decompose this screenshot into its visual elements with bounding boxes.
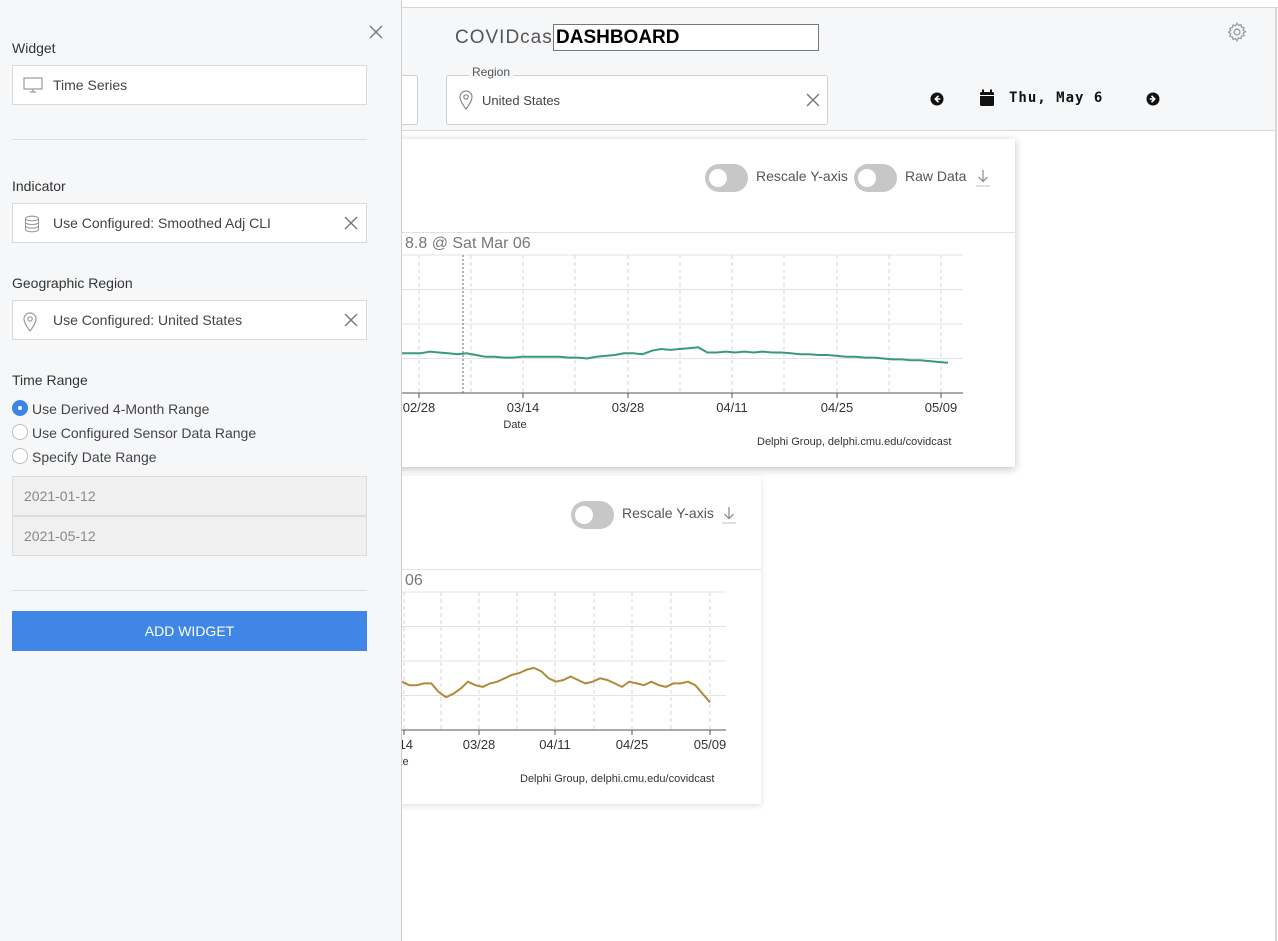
raw-data-toggle[interactable] <box>854 164 897 192</box>
card-divider <box>380 232 1015 233</box>
radio-derived-range[interactable] <box>12 400 28 416</box>
calendar-icon[interactable] <box>979 89 995 112</box>
chart-credit: Delphi Group, delphi.cmu.edu/covidcast <box>757 436 952 448</box>
x-tick-label: 04/25 <box>616 737 649 752</box>
location-pin-icon <box>459 90 473 115</box>
settings-gear-icon[interactable] <box>1226 21 1248 43</box>
line-chart-1[interactable]: 02/28 03/14 03/28 04/11 04/25 05/09 Date <box>380 249 980 449</box>
widget-type-value: Time Series <box>53 77 128 93</box>
series-line <box>401 666 711 704</box>
geo-region-select[interactable]: Use Configured: United States <box>12 300 367 340</box>
indicator-section-label: Indicator <box>12 178 66 194</box>
region-value: United States <box>482 93 561 108</box>
x-tick-label: 04/25 <box>821 400 854 415</box>
x-tick-label: 03/14 <box>507 400 540 415</box>
add-widget-button[interactable]: ADD WIDGET <box>12 611 367 651</box>
location-pin-icon <box>23 312 37 337</box>
card-divider <box>380 569 761 570</box>
radio-specify-range[interactable] <box>12 448 28 464</box>
clear-geo-region-icon[interactable] <box>343 312 359 333</box>
panel-divider <box>12 590 367 591</box>
indicator-value: Use Configured: Smoothed Adj CLI <box>53 215 271 231</box>
geo-region-value: Use Configured: United States <box>53 312 243 328</box>
x-tick-label: 02/28 <box>403 400 436 415</box>
monitor-icon <box>23 77 43 98</box>
next-date-icon[interactable] <box>1146 92 1160 111</box>
x-tick-label: 05/09 <box>925 400 958 415</box>
rescale-y-label: Rescale Y-axis <box>622 505 714 521</box>
right-border <box>1275 7 1277 941</box>
x-tick-label: 05/09 <box>694 737 727 752</box>
line-chart-2[interactable]: /14 03/28 04/11 04/25 05/09te <box>380 586 761 786</box>
end-date-field: 2021-05-12 <box>12 516 367 556</box>
raw-data-label: Raw Data <box>905 168 967 184</box>
prev-date-icon[interactable] <box>930 92 944 111</box>
geo-region-section-label: Geographic Region <box>12 275 133 291</box>
download-icon[interactable] <box>975 168 991 193</box>
radio-derived-range-label: Use Derived 4-Month Range <box>32 401 210 417</box>
widget-config-panel: Widget Time Series Indicator Use Configu… <box>0 0 402 941</box>
time-range-section-label: Time Range <box>12 372 88 388</box>
download-icon[interactable] <box>721 505 737 530</box>
current-date-label[interactable]: Thu, May 6 <box>1009 90 1103 106</box>
time-series-widget-1: Rescale Y-axis Raw Data 8.8 @ Sat Mar 06… <box>380 139 1015 467</box>
widget-type-select[interactable]: Time Series <box>12 65 367 105</box>
radio-specify-range-label: Specify Date Range <box>32 449 157 465</box>
x-tick-label: 04/11 <box>539 737 571 752</box>
panel-divider <box>12 139 367 140</box>
clear-region-icon[interactable] <box>805 92 821 113</box>
database-icon <box>23 215 41 238</box>
radio-configured-range-label: Use Configured Sensor Data Range <box>32 425 257 441</box>
time-series-widget-2: Rescale Y-axis 06 /14 03/28 04/11 04/25 05/0… <box>380 476 761 804</box>
dashboard-title-input[interactable] <box>553 24 819 51</box>
series-line <box>402 346 949 364</box>
close-panel-icon[interactable] <box>369 25 383 44</box>
rescale-y-toggle[interactable] <box>705 164 748 192</box>
end-date-value: 2021-05-12 <box>24 528 96 544</box>
start-date-field: 2021-01-12 <box>12 476 367 516</box>
indicator-select[interactable]: Use Configured: Smoothed Adj CLI <box>12 203 367 243</box>
rescale-y-toggle[interactable] <box>571 501 614 529</box>
region-field-label: Region <box>469 65 514 79</box>
start-date-value: 2021-01-12 <box>24 488 96 504</box>
x-tick-label: 03/28 <box>463 737 496 752</box>
x-tick-label: 03/28 <box>612 400 645 415</box>
x-tick-label: 04/11 <box>716 400 748 415</box>
chart-credit: Delphi Group, delphi.cmu.edu/covidcast <box>520 773 715 785</box>
radio-configured-range[interactable] <box>12 424 28 440</box>
brand-name: COVIDcast <box>455 27 560 48</box>
rescale-y-label: Rescale Y-axis <box>756 168 848 184</box>
clear-indicator-icon[interactable] <box>343 215 359 236</box>
x-axis-label: Date <box>503 419 526 431</box>
widget-section-label: Widget <box>12 40 56 56</box>
